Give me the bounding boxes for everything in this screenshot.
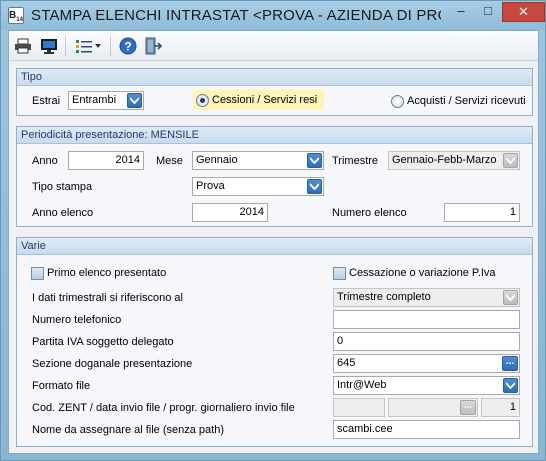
data-invio-field: ...: [388, 398, 478, 417]
cod-zent-field: [333, 398, 385, 417]
telefono-field[interactable]: [333, 310, 520, 329]
chevron-down-icon[interactable]: [307, 179, 322, 194]
nome-file-field[interactable]: scambi.cee: [333, 420, 520, 439]
acquisti-radio[interactable]: [391, 95, 404, 108]
estrai-label: Estrai: [32, 95, 61, 107]
primo-elenco-checkbox[interactable]: [31, 267, 44, 280]
toolbar-separator: [65, 36, 66, 56]
anno-field[interactable]: 2014: [68, 151, 144, 170]
chevron-down-icon[interactable]: [503, 378, 518, 393]
chevron-down-icon: [95, 44, 101, 48]
formato-value: Intr@Web: [337, 379, 387, 391]
estrai-select[interactable]: Entrambi: [68, 91, 144, 110]
formato-select[interactable]: Intr@Web: [333, 376, 520, 395]
client-area: ? Tipo Estrai Entrambi Cessioni / Serviz…: [8, 30, 539, 454]
group-periodicita: Periodicità presentazione: MENSILE Anno …: [16, 126, 533, 227]
toolbar-separator: [110, 36, 111, 56]
sezione-label: Sezione doganale presentazione: [32, 358, 193, 370]
trimestre-label: Trimestre: [332, 155, 379, 167]
tipo-stampa-select[interactable]: Prova: [192, 177, 324, 196]
numero-elenco-label: Numero elenco: [332, 207, 407, 219]
chevron-down-icon[interactable]: [307, 153, 322, 168]
tipo-stampa-label: Tipo stampa: [32, 181, 93, 193]
cod-zent-label: Cod. ZENT / data invio file / progr. gio…: [32, 402, 295, 414]
cessioni-option[interactable]: Cessioni / Servizi resi: [193, 90, 324, 110]
partita-iva-field[interactable]: 0: [333, 332, 520, 351]
tipo-stampa-value: Prova: [196, 180, 225, 192]
numero-elenco-field[interactable]: 1: [444, 203, 520, 222]
minimize-button[interactable]: –: [448, 2, 474, 22]
help-icon: ?: [119, 37, 137, 55]
window-title: STAMPA ELENCHI INTRASTAT <PROVA - AZIEND…: [31, 7, 441, 24]
cessazione-checkbox[interactable]: [333, 267, 346, 280]
ellipsis-icon: ...: [460, 400, 476, 415]
acquisti-label[interactable]: Acquisti / Servizi ricevuti: [407, 95, 526, 108]
mese-value: Gennaio: [196, 154, 238, 166]
primo-elenco-label[interactable]: Primo elenco presentato: [47, 267, 166, 280]
mese-select[interactable]: Gennaio: [192, 151, 324, 170]
ellipsis-icon[interactable]: ...: [502, 356, 518, 371]
dati-trimestrali-label: I dati trimestrali si riferiscono al: [32, 292, 183, 304]
anno-label: Anno: [32, 155, 58, 167]
dati-trimestrali-select: Trimestre completo: [333, 288, 520, 307]
group-periodicita-header: Periodicità presentazione: MENSILE: [17, 127, 532, 144]
help-button[interactable]: ?: [117, 35, 139, 57]
sezione-value: 645: [337, 357, 356, 369]
printer-icon: [15, 38, 31, 54]
group-tipo: Tipo Estrai Entrambi Cessioni / Servizi …: [16, 68, 533, 116]
estrai-value: Entrambi: [72, 94, 117, 106]
progressivo-field: 1: [481, 398, 520, 417]
mese-label: Mese: [156, 155, 183, 167]
title-bar[interactable]: B14 STAMPA ELENCHI INTRASTAT <PROVA - AZ…: [1, 1, 545, 30]
dati-trimestrali-value: Trimestre completo: [337, 291, 431, 303]
svg-text:?: ?: [124, 40, 131, 54]
monitor-icon: [41, 39, 57, 54]
app-icon-number: 14: [16, 17, 23, 23]
maximize-button[interactable]: □: [475, 2, 501, 22]
formato-label: Formato file: [32, 380, 91, 392]
trimestre-select: Gennaio-Febb-Marzo: [388, 151, 520, 170]
toolbar: ?: [9, 31, 538, 61]
chevron-down-icon: [503, 290, 518, 305]
trimestre-value: Gennaio-Febb-Marzo: [392, 154, 497, 166]
sezione-field[interactable]: 645 ...: [333, 354, 520, 373]
print-button[interactable]: [12, 35, 34, 57]
anno-elenco-field[interactable]: 2014: [192, 203, 268, 222]
preview-button[interactable]: [38, 35, 60, 57]
cessioni-label: Cessioni / Servizi resi: [212, 94, 318, 106]
anno-elenco-label: Anno elenco: [32, 207, 94, 219]
cessazione-label[interactable]: Cessazione o variazione P.Iva: [349, 267, 496, 280]
chevron-down-icon[interactable]: [127, 93, 142, 108]
chevron-down-icon: [503, 153, 518, 168]
telefono-label: Numero telefonico: [32, 314, 122, 326]
exit-button[interactable]: [142, 35, 164, 57]
group-varie-header: Varie: [17, 238, 532, 255]
cessioni-radio[interactable]: [196, 94, 209, 107]
options-dropdown-button[interactable]: [73, 35, 103, 57]
app-icon[interactable]: B14: [8, 7, 24, 24]
exit-door-icon: [145, 37, 162, 55]
list-options-icon: [76, 40, 92, 53]
nome-file-label: Nome da assegnare al file (senza path): [32, 424, 224, 436]
group-tipo-header: Tipo: [17, 69, 532, 86]
group-varie: Varie Primo elenco presentato Cessazione…: [16, 237, 533, 447]
close-button[interactable]: ✕: [502, 2, 545, 22]
partita-iva-label: Partita IVA soggetto delegato: [32, 336, 174, 348]
app-window: B14 STAMPA ELENCHI INTRASTAT <PROVA - AZ…: [0, 0, 546, 461]
